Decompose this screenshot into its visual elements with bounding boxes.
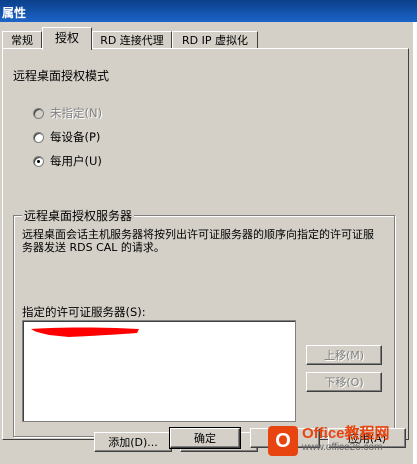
tab-licensing[interactable]: 授权: [42, 27, 92, 50]
site-watermark: O Office教程网 www.office26.com: [268, 418, 417, 464]
move-down-button[interactable]: 下移(O): [306, 372, 382, 392]
license-server-list[interactable]: [22, 320, 296, 422]
window-titlebar[interactable]: 属性: [0, 0, 417, 22]
move-up-button[interactable]: 上移(M): [306, 345, 382, 365]
license-server-list-label: 指定的许可证服务器(S):: [22, 305, 146, 319]
licensing-mode-heading: 远程桌面授权模式: [13, 69, 110, 83]
tab-rd-ip-virtualization[interactable]: RD IP 虚拟化: [172, 31, 258, 49]
license-server-group: 远程桌面授权服务器 远程桌面会话主机服务器将按列出许可证服务器的顺序向指定的许可…: [13, 207, 395, 452]
radio-per-device-label: 每设备(P): [50, 130, 101, 144]
properties-dialog: 常规 授权 RD 连接代理 RD IP 虚拟化 远程桌面授权模式 未指定(N) …: [0, 22, 417, 464]
ok-button[interactable]: 确定: [169, 427, 241, 449]
radio-per-device[interactable]: 每设备(P): [33, 129, 100, 145]
watermark-name: Office教程网: [302, 425, 390, 442]
radio-not-specified[interactable]: 未指定(N): [33, 105, 102, 121]
license-server-group-title: 远程桌面授权服务器: [22, 207, 135, 224]
tab-strip: 常规 授权 RD 连接代理 RD IP 虚拟化: [0, 27, 400, 50]
licensing-panel: 远程桌面授权模式 未指定(N) 每设备(P) 每用户(U) 远程桌面授权服务器 …: [2, 48, 409, 452]
tab-rd-connection-broker[interactable]: RD 连接代理: [92, 31, 172, 49]
radio-per-user[interactable]: 每用户(U): [33, 153, 102, 169]
radio-not-specified-indicator[interactable]: [33, 107, 44, 119]
radio-per-user-indicator[interactable]: [33, 155, 44, 167]
radio-not-specified-label: 未指定(N): [50, 106, 103, 120]
redacted-server-entry: [31, 327, 139, 337]
watermark-url: www.office26.com: [302, 442, 383, 453]
tab-general[interactable]: 常规: [2, 31, 42, 49]
office-logo-icon: O: [268, 426, 298, 456]
window-title: 属性: [2, 6, 27, 20]
radio-per-device-indicator[interactable]: [33, 131, 44, 143]
radio-per-user-label: 每用户(U): [50, 154, 102, 168]
add-button[interactable]: 添加(D)...: [94, 432, 172, 452]
license-server-description: 远程桌面会话主机服务器将按列出许可证服务器的顺序向指定的许可证服务器发送 RDS…: [22, 228, 374, 254]
